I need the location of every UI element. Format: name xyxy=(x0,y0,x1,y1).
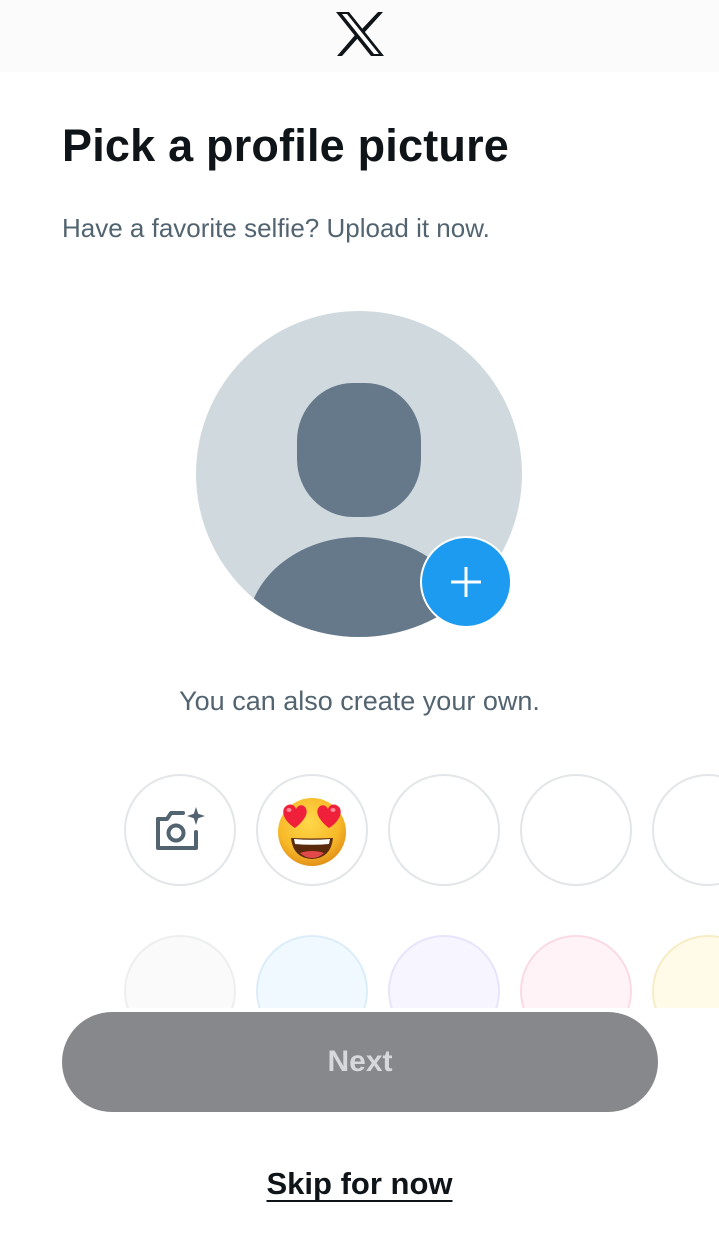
camera-sparkle-icon xyxy=(156,807,205,850)
avatar-options-row xyxy=(123,773,719,889)
color-option-button[interactable] xyxy=(256,935,368,1008)
profile-picture-uploader[interactable] xyxy=(196,311,526,641)
add-photo-button[interactable] xyxy=(420,536,512,628)
page-subtitle: Have a favorite selfie? Upload it now. xyxy=(62,213,490,243)
page-title: Pick a profile picture xyxy=(62,120,510,171)
skip-for-now-link[interactable]: Skip for now xyxy=(267,1166,453,1201)
next-button[interactable]: Next xyxy=(62,1012,658,1112)
blank-option-button[interactable] xyxy=(652,774,719,886)
color-options-row xyxy=(123,934,719,1008)
color-option-button[interactable] xyxy=(520,935,632,1008)
camera-option-button[interactable] xyxy=(124,774,236,886)
color-option-button[interactable] xyxy=(652,935,719,1008)
blank-option-button[interactable] xyxy=(388,774,500,886)
emoji-option-button[interactable] xyxy=(256,774,368,886)
heart-eyes-emoji-icon xyxy=(278,798,346,866)
x-logo-icon xyxy=(336,12,384,56)
skip-link-container: Skip for now xyxy=(0,1166,719,1202)
plus-icon xyxy=(451,567,481,597)
color-option-button[interactable] xyxy=(388,935,500,1008)
top-bar xyxy=(0,0,719,72)
create-own-text: You can also create your own. xyxy=(179,686,540,716)
color-option-button[interactable] xyxy=(124,935,236,1008)
blank-option-button[interactable] xyxy=(520,774,632,886)
